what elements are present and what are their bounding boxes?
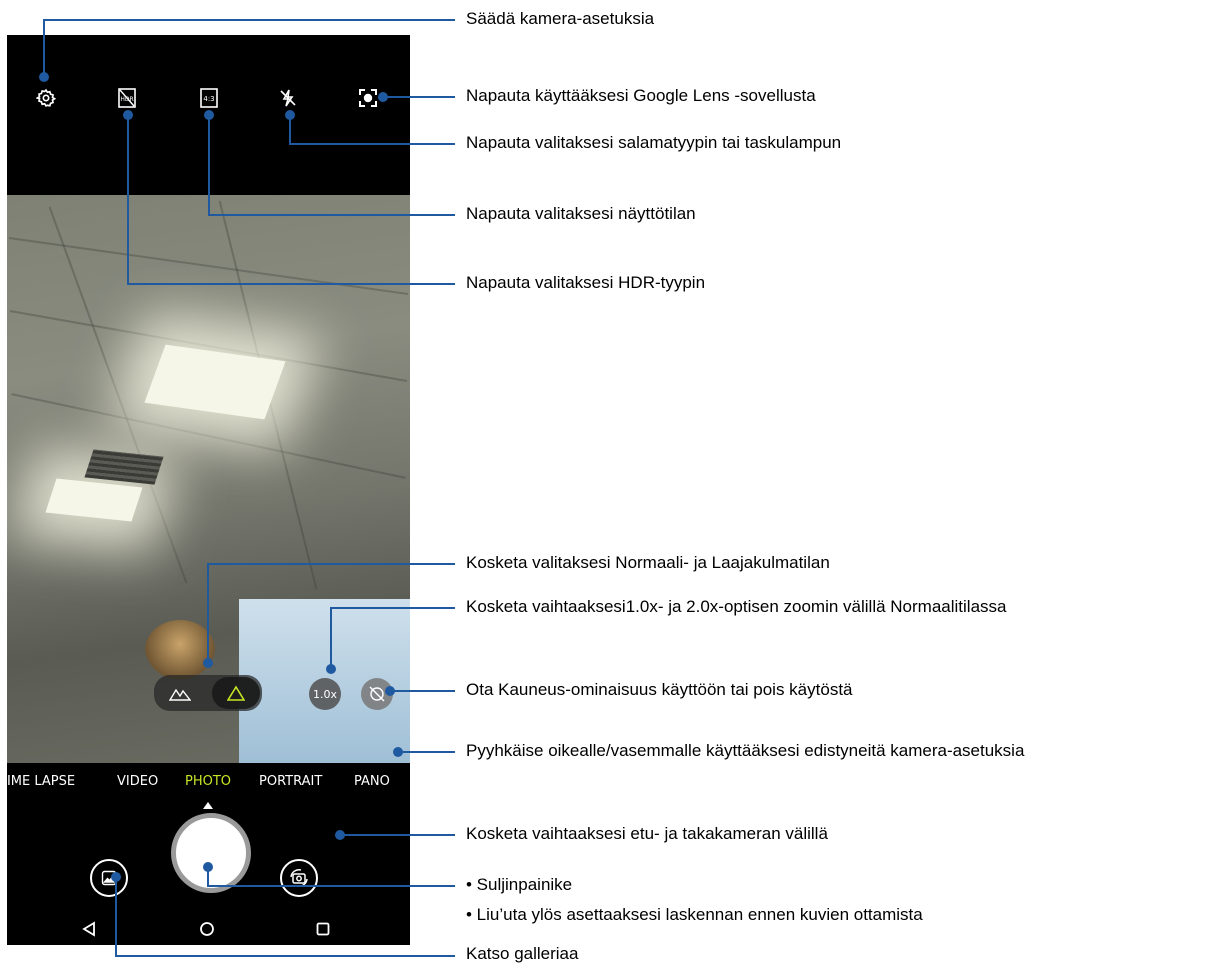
callout-line (330, 607, 455, 609)
callout-dot (123, 110, 133, 120)
recents-icon[interactable] (313, 919, 333, 939)
mode-time-lapse[interactable]: TIME LAPSE (7, 774, 75, 789)
annotation-timer: • Liu’uta ylös asettaaksesi laskennan en… (466, 905, 923, 924)
callout-dot (39, 72, 49, 82)
mode-portrait[interactable]: PORTRAIT (259, 774, 322, 789)
annotation-swipe: Pyyhkäise oikealle/vasemmalle käyttääkse… (466, 741, 1025, 760)
annotation-settings: Säädä kamera-asetuksia (466, 9, 655, 28)
gear-icon[interactable] (35, 87, 57, 109)
annotation-hdr: Napauta valitaksesi HDR-tyypin (466, 273, 706, 292)
mode-photo[interactable]: PHOTO (185, 774, 231, 789)
wide-angle-icon[interactable] (167, 683, 193, 703)
callout-line (330, 607, 332, 669)
callout-line (340, 834, 455, 836)
callout-line (207, 563, 455, 565)
mode-selector[interactable]: TIME LAPSE VIDEO PHOTO PORTRAIT PANO (7, 763, 410, 803)
zoom-button[interactable]: 1.0x (309, 678, 341, 710)
annotation-wide: Kosketa valitaksesi Normaali- ja Laajaku… (466, 553, 830, 572)
callout-line (208, 214, 455, 216)
flash-off-icon[interactable] (277, 87, 299, 109)
callout-dot (111, 872, 121, 882)
annotation-beauty: Ota Kauneus-ominaisuus käyttöön tai pois… (466, 680, 853, 699)
callout-line (398, 751, 455, 753)
callout-line (207, 885, 455, 887)
callout-line (383, 96, 455, 98)
annotation-zoom: Kosketa vaihtaaksesi1.0x- ja 2.0x-optise… (466, 597, 1007, 616)
callout-dot (393, 747, 403, 757)
mode-video[interactable]: VIDEO (117, 774, 158, 789)
callout-line (127, 283, 455, 285)
annotation-switch: Kosketa vaihtaaksesi etu- ja takakameran… (466, 824, 828, 843)
callout-dot (285, 110, 295, 120)
aspect-4-3-icon[interactable]: 4:3 (198, 87, 220, 109)
callout-dot (203, 862, 213, 872)
ceiling-light (45, 478, 143, 522)
annotation-aspect: Napauta valitaksesi näyttötilan (466, 204, 696, 223)
mode-pano[interactable]: PANO (354, 774, 390, 789)
callout-line (127, 114, 129, 284)
normal-angle-icon[interactable] (224, 683, 248, 703)
callout-line (43, 19, 45, 77)
switch-camera-icon[interactable] (280, 859, 318, 897)
gallery-icon[interactable] (90, 859, 128, 897)
callout-dot (326, 664, 336, 674)
home-icon[interactable] (197, 919, 217, 939)
callout-line (43, 19, 455, 21)
plant (145, 620, 215, 680)
callout-dot (203, 658, 213, 668)
viewfinder[interactable]: 1.0x (7, 195, 410, 763)
callout-line (115, 955, 455, 957)
callout-dot (378, 92, 388, 102)
zoom-label: 1.0x (312, 687, 337, 701)
shutter-button[interactable] (171, 813, 251, 893)
callout-dot (204, 110, 214, 120)
callout-dot (335, 830, 345, 840)
camera-bottom-bar: TIME LAPSE VIDEO PHOTO PORTRAIT PANO (7, 763, 410, 945)
hdr-off-icon[interactable]: HDR (116, 87, 138, 109)
callout-line (208, 114, 210, 215)
back-icon[interactable] (79, 919, 99, 939)
chevron-up-icon (203, 801, 213, 809)
ceiling-vent (84, 449, 164, 485)
callout-line (390, 690, 455, 692)
aspect-icon-text: 4:3 (203, 95, 214, 103)
annotation-shutter: • Suljinpainike (466, 875, 573, 894)
google-lens-icon[interactable] (357, 87, 379, 109)
callout-dot (385, 686, 395, 696)
callout-line (289, 143, 455, 145)
annotation-flash: Napauta valitaksesi salamatyypin tai tas… (466, 133, 842, 152)
callout-line (207, 563, 209, 663)
callout-line (115, 876, 117, 956)
annotation-gallery: Katso galleriaa (466, 944, 579, 963)
annotation-lens: Napauta käyttääksesi Google Lens -sovell… (466, 86, 816, 105)
